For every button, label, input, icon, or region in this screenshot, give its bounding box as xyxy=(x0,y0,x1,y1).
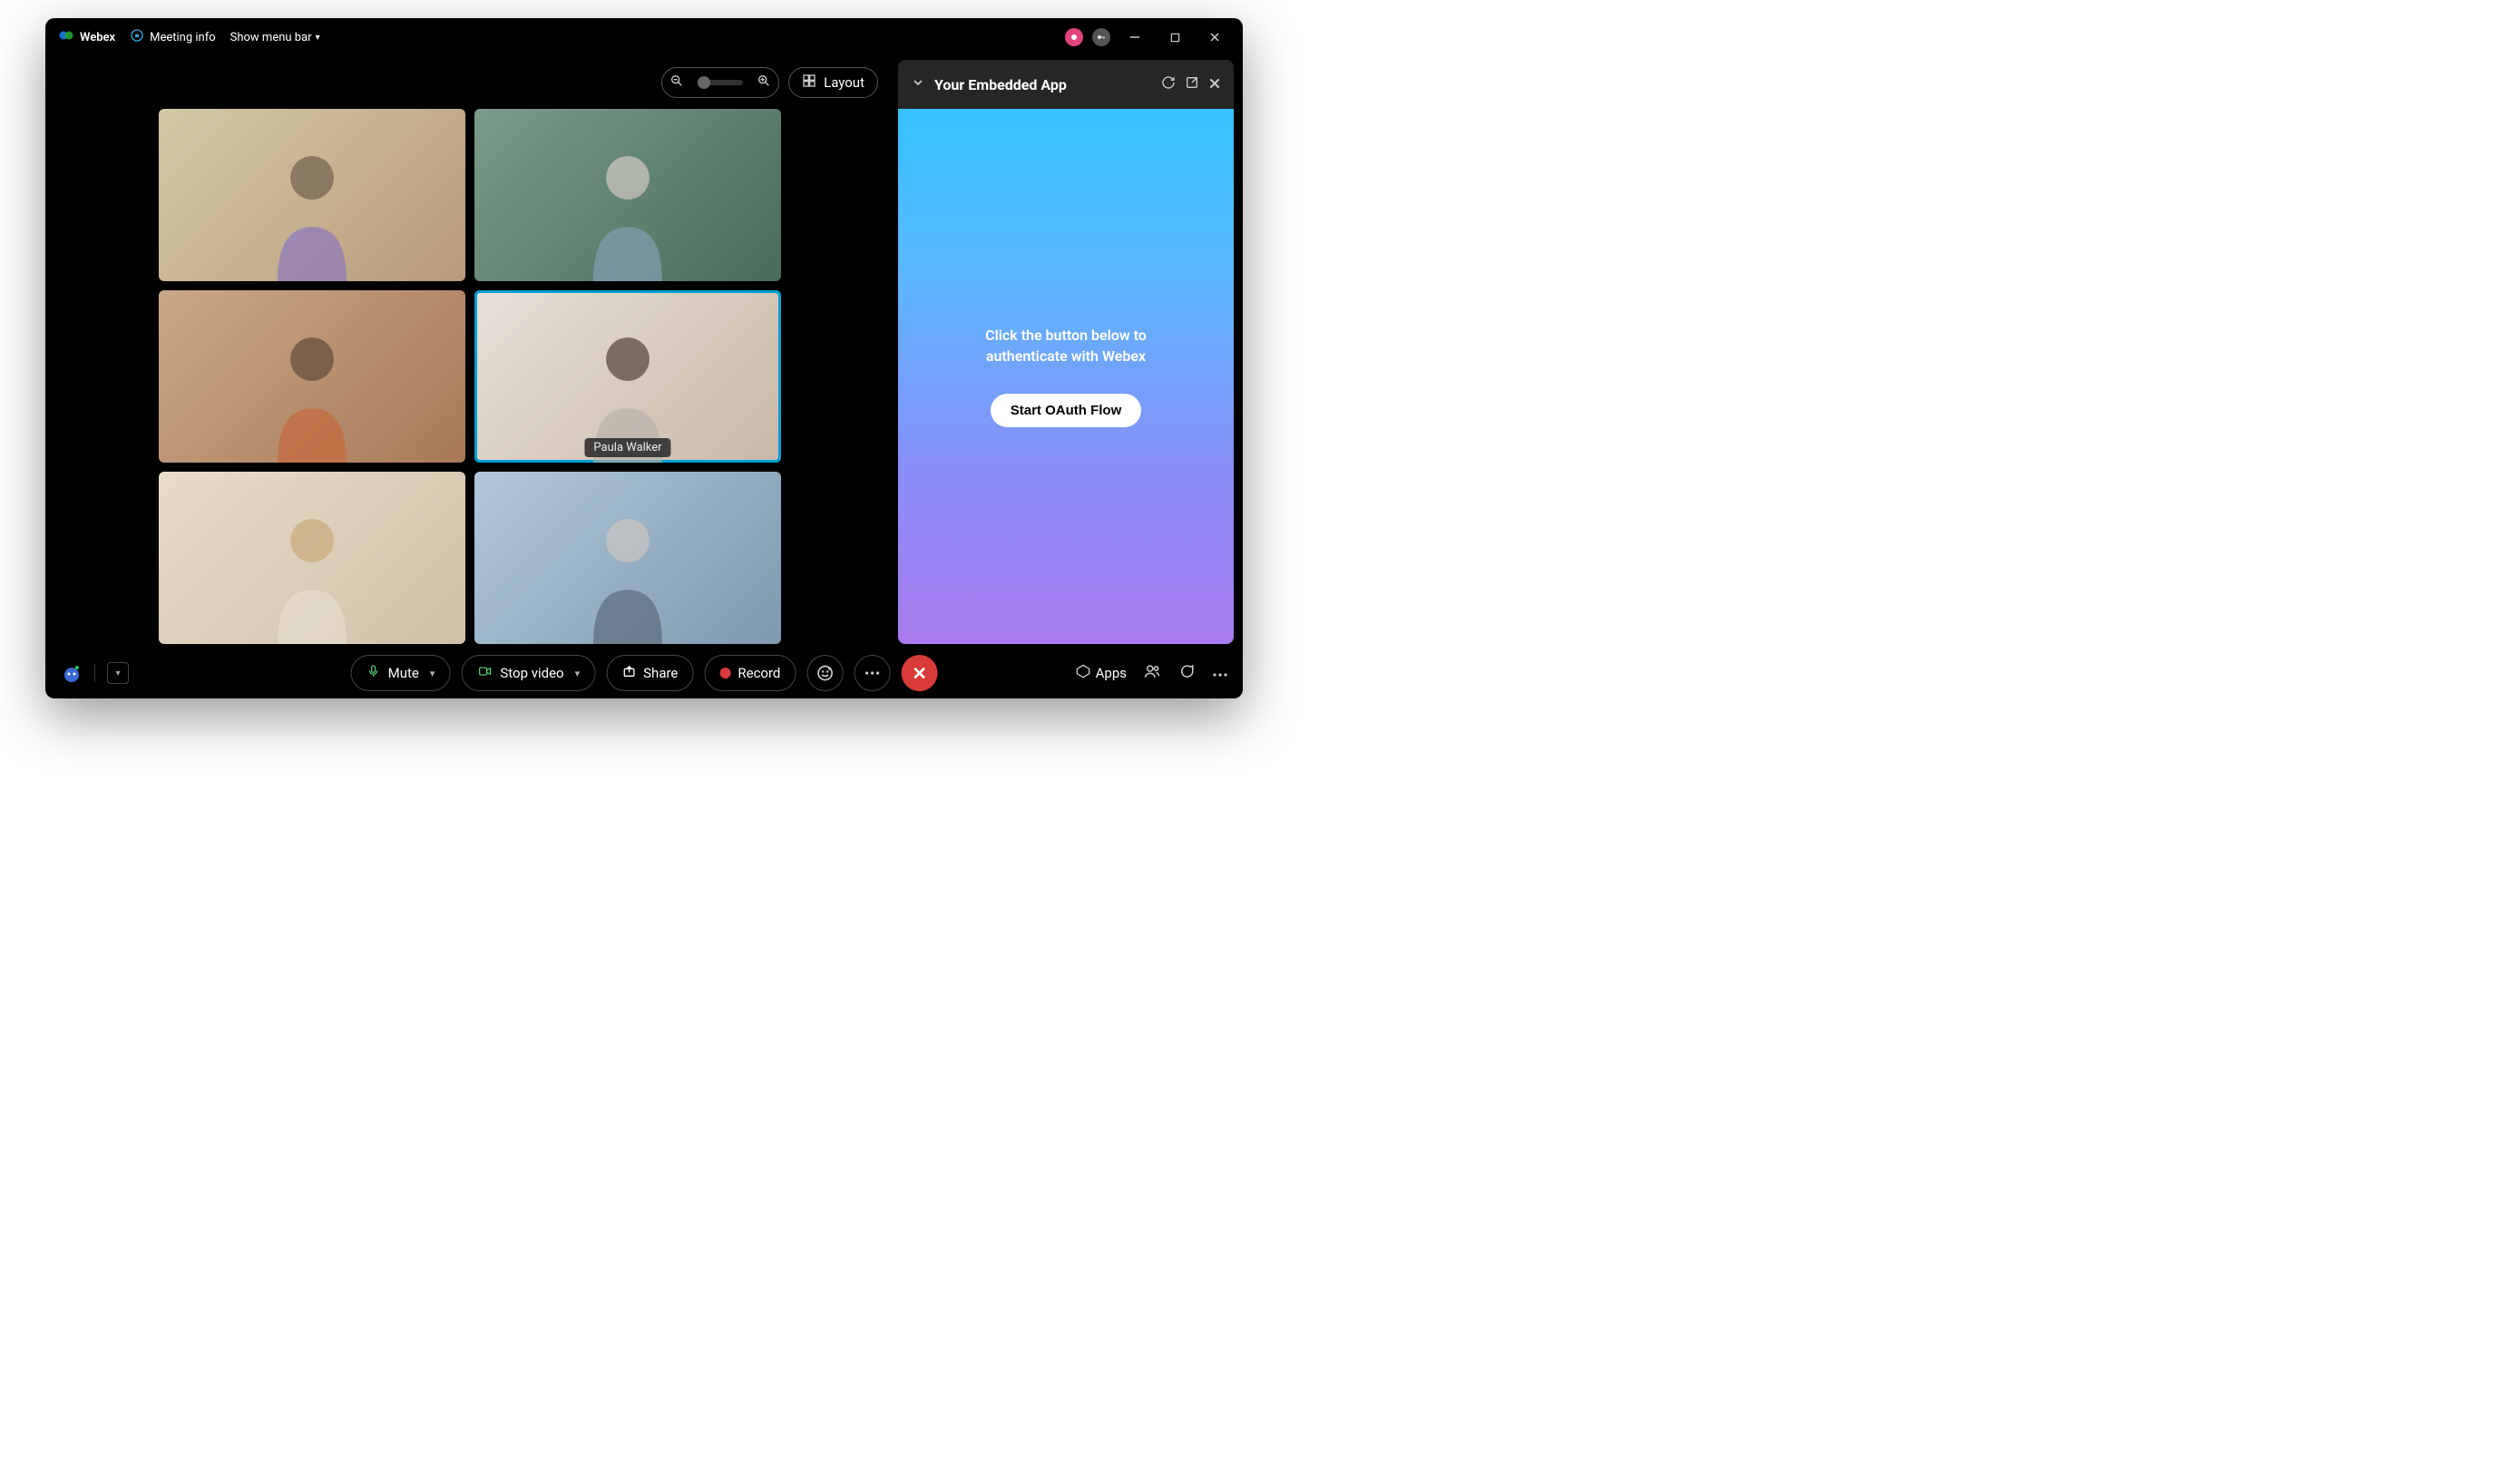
chevron-down-icon[interactable]: ▾ xyxy=(575,668,581,679)
layout-label: Layout xyxy=(824,74,865,91)
layout-grid-icon xyxy=(802,73,816,92)
webex-assistant-icon[interactable] xyxy=(60,661,83,685)
show-menu-label: Show menu bar xyxy=(230,31,312,44)
panel-popout-icon[interactable] xyxy=(1185,75,1199,93)
bottom-bar: │ ▾ Mute ▾ Stop video ▾ xyxy=(45,648,1243,698)
zoom-control[interactable] xyxy=(661,67,779,98)
panel-message: Click the button below to authenticate w… xyxy=(957,326,1175,366)
embedded-app-panel: Your Embedded App Click the button below… xyxy=(898,60,1234,644)
zoom-in-icon[interactable] xyxy=(757,73,771,92)
window-close-button[interactable] xyxy=(1199,24,1230,50)
share-label: Share xyxy=(643,665,678,681)
panel-body: Click the button below to authenticate w… xyxy=(898,109,1234,644)
start-oauth-button[interactable]: Start OAuth Flow xyxy=(991,394,1142,427)
participant-name-tag: Paula Walker xyxy=(584,438,670,457)
participant-tile[interactable] xyxy=(159,290,465,463)
reactions-button[interactable] xyxy=(806,655,843,691)
title-bar-right xyxy=(1065,24,1230,50)
brand-label: Webex xyxy=(80,31,115,44)
participant-tile[interactable] xyxy=(474,109,781,281)
panel-refresh-icon[interactable] xyxy=(1161,75,1176,93)
chevron-down-icon[interactable]: ▾ xyxy=(430,668,435,679)
share-button[interactable]: Share xyxy=(606,655,693,691)
video-feed xyxy=(159,290,465,463)
participants-icon[interactable] xyxy=(1143,663,1161,683)
content-area: Layout xyxy=(45,56,1243,648)
chat-icon[interactable] xyxy=(1177,663,1196,683)
stop-video-button[interactable]: Stop video ▾ xyxy=(461,655,595,691)
more-options-button[interactable] xyxy=(854,655,890,691)
apps-button[interactable]: Apps xyxy=(1076,664,1127,682)
chevron-down-icon: ▾ xyxy=(115,669,120,679)
panel-collapse-icon[interactable] xyxy=(911,75,925,93)
panel-close-icon[interactable] xyxy=(1208,76,1221,93)
webex-brand: Webex xyxy=(58,27,115,47)
bottom-bar-center: Mute ▾ Stop video ▾ Share Record xyxy=(351,655,938,691)
meeting-info-button[interactable]: Meeting info xyxy=(130,28,216,46)
title-bar-left: Webex Meeting info Show menu bar ▾ xyxy=(58,27,320,47)
chevron-down-icon: ▾ xyxy=(316,33,320,43)
meeting-info-icon xyxy=(130,28,144,46)
zoom-out-icon[interactable] xyxy=(669,73,684,92)
participant-tile[interactable] xyxy=(474,472,781,644)
participant-tile-active[interactable]: Paula Walker xyxy=(474,290,781,463)
divider: │ xyxy=(91,664,100,682)
share-icon xyxy=(621,664,636,682)
end-call-button[interactable] xyxy=(901,655,937,691)
participants-grid: Paula Walker xyxy=(159,109,781,644)
zoom-slider[interactable] xyxy=(698,80,743,85)
apps-label: Apps xyxy=(1096,665,1127,681)
video-feed xyxy=(474,472,781,644)
webex-window: Webex Meeting info Show menu bar ▾ xyxy=(45,18,1243,698)
layout-controls: Layout xyxy=(661,67,878,98)
meeting-info-label: Meeting info xyxy=(150,31,216,44)
title-bar: Webex Meeting info Show menu bar ▾ xyxy=(45,18,1243,56)
record-dot-icon xyxy=(719,668,730,679)
participant-tile[interactable] xyxy=(159,109,465,281)
window-maximize-button[interactable] xyxy=(1159,24,1190,50)
record-label: Record xyxy=(738,665,780,681)
webex-logo-icon xyxy=(58,27,74,47)
video-icon xyxy=(476,664,493,682)
show-menu-bar-button[interactable]: Show menu bar ▾ xyxy=(230,31,320,44)
panel-options-icon[interactable] xyxy=(1212,665,1228,681)
encryption-key-icon[interactable] xyxy=(1092,28,1110,46)
video-feed xyxy=(159,109,465,281)
recording-status-icon[interactable] xyxy=(1065,28,1083,46)
layout-button[interactable]: Layout xyxy=(788,67,878,98)
video-area: Layout xyxy=(45,56,894,648)
window-minimize-button[interactable] xyxy=(1119,24,1150,50)
panel-title: Your Embedded App xyxy=(934,76,1152,93)
participant-tile[interactable] xyxy=(159,472,465,644)
assistant-dropdown[interactable]: ▾ xyxy=(107,662,129,684)
mute-button[interactable]: Mute ▾ xyxy=(351,655,451,691)
bottom-bar-left: │ ▾ xyxy=(60,661,129,685)
panel-header: Your Embedded App xyxy=(898,60,1234,109)
record-button[interactable]: Record xyxy=(704,655,796,691)
video-feed xyxy=(474,290,781,463)
video-feed xyxy=(159,472,465,644)
apps-icon xyxy=(1076,664,1090,682)
mute-label: Mute xyxy=(388,665,419,681)
bottom-bar-right: Apps xyxy=(1076,663,1228,683)
video-feed xyxy=(474,109,781,281)
microphone-icon xyxy=(366,663,381,683)
stop-video-label: Stop video xyxy=(500,665,563,681)
